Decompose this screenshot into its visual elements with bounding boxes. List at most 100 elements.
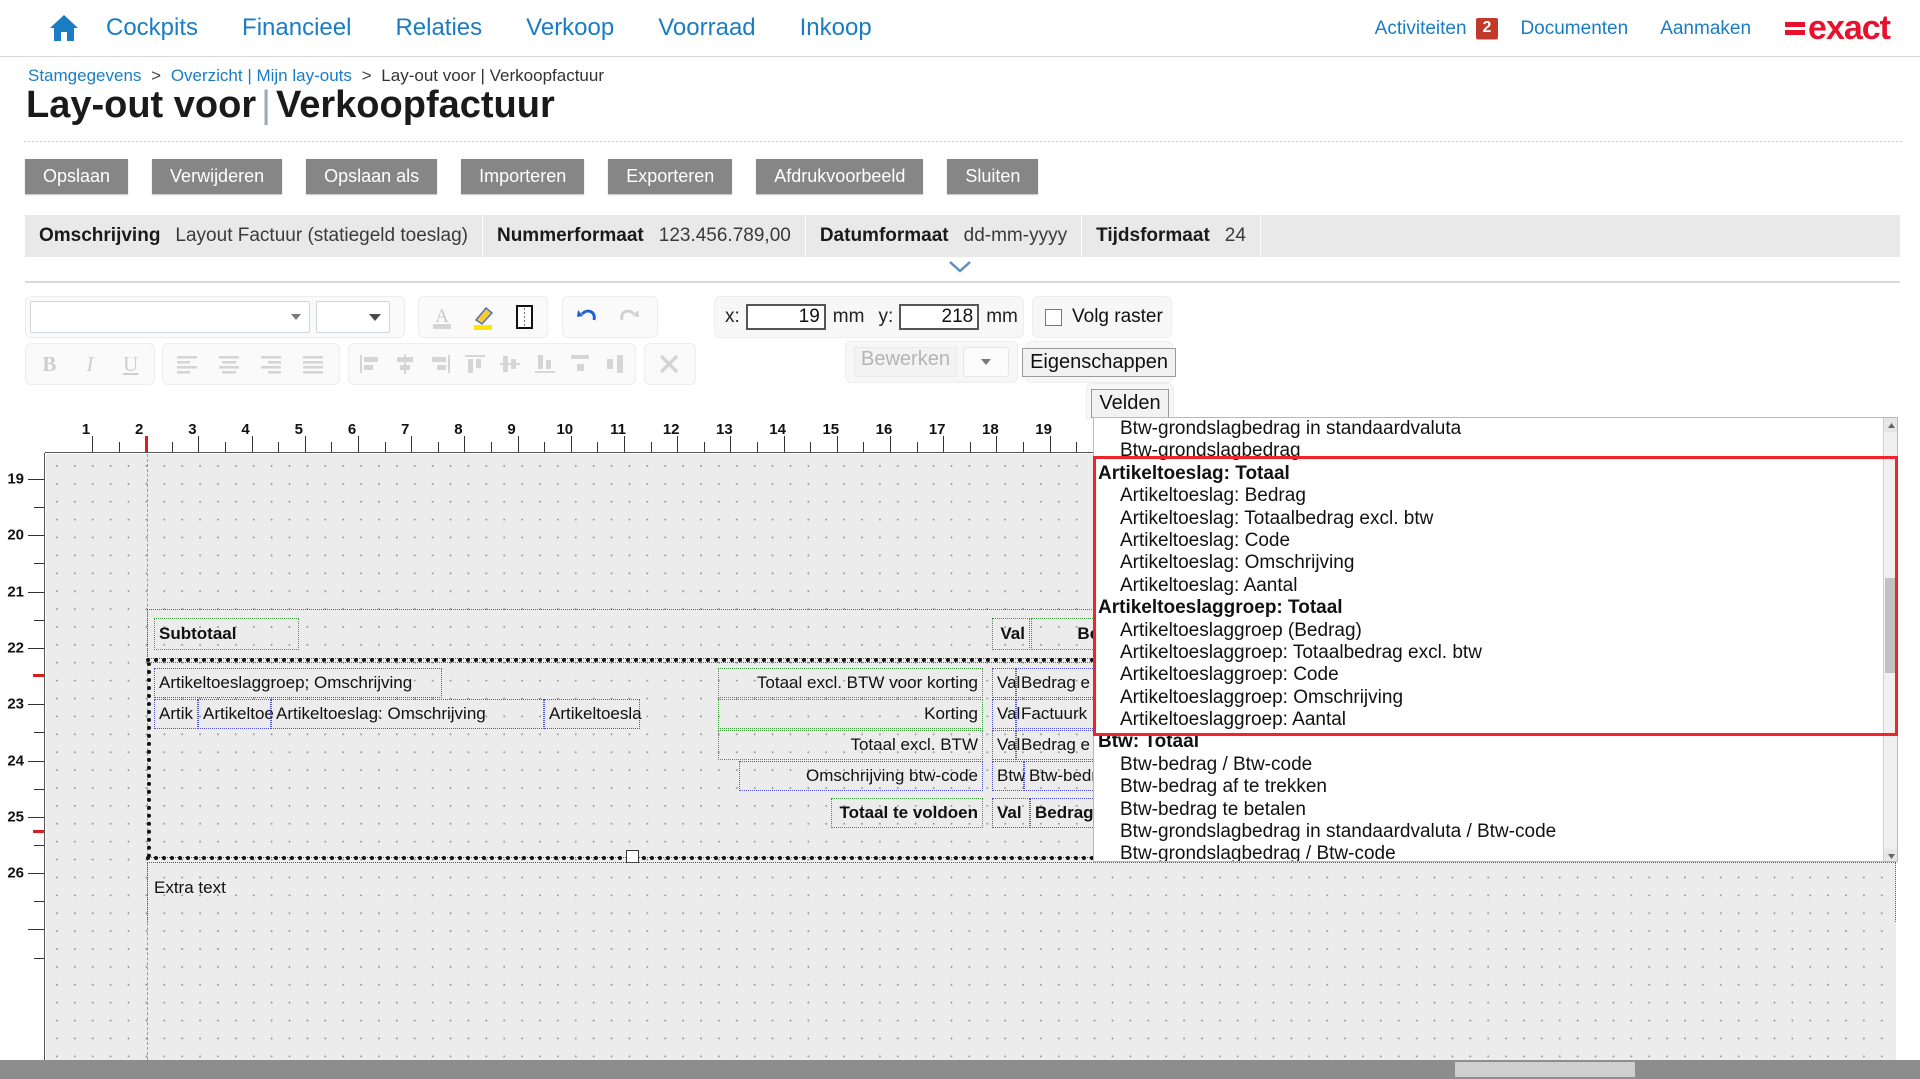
field-item-7[interactable]: Artikeltoeslag: Aantal [1094,575,1897,597]
field-item-2[interactable]: Artikeltoeslag: Totaal [1094,463,1897,485]
scroll-down-icon[interactable] [1884,849,1897,861]
home-icon[interactable] [44,8,84,48]
canvas-label-val-5[interactable]: Val [992,798,1030,828]
field-item-18[interactable]: Btw-grondslagbedrag in standaardvaluta /… [1094,821,1897,843]
field-item-8[interactable]: Artikeltoeslaggroep: Totaal [1094,597,1897,619]
canvas-label-btw[interactable]: Btw [992,761,1025,791]
align-objects-middle-icon[interactable] [495,347,524,381]
fields-scrollbar[interactable] [1883,418,1897,861]
info-nummerformaat-key: Nummerformaat [496,225,644,246]
opslaan-als-button[interactable]: Opslaan als [306,159,438,194]
canvas-label-artikeltoe[interactable]: Artikeltoe [198,699,274,729]
field-item-0[interactable]: Btw-grondslagbedrag in standaardvaluta [1094,418,1897,440]
delete-icon[interactable] [651,347,687,381]
canvas-label-val-2[interactable]: Val [992,668,1020,698]
field-item-11[interactable]: Artikeltoeslaggroep: Code [1094,664,1897,686]
field-item-5[interactable]: Artikeltoeslag: Code [1094,530,1897,552]
field-item-16[interactable]: Btw-bedrag af te trekken [1094,776,1897,798]
field-item-10[interactable]: Artikeltoeslaggroep: Totaalbedrag excl. … [1094,642,1897,664]
verwijderen-button[interactable]: Verwijderen [152,159,283,194]
field-item-1[interactable]: Btw-grondslagbedrag [1094,440,1897,462]
field-item-9[interactable]: Artikeltoeslaggroep (Bedrag) [1094,620,1897,642]
align-right-icon[interactable] [253,347,289,381]
y-input[interactable] [899,304,980,330]
distribute-horizontal-icon[interactable] [565,347,594,381]
canvas-label-korting[interactable]: Korting [718,699,983,729]
fields-dropdown-panel[interactable]: Btw-grondslagbedrag in standaardvaluta Bt… [1093,417,1898,862]
nav-item-cockpits[interactable]: Cockpits [84,14,220,42]
canvas-label-val-1[interactable]: Val [992,618,1030,650]
font-size-select[interactable] [316,301,390,333]
x-input[interactable] [745,304,826,330]
canvas-label-totaal-excl-btw[interactable]: Totaal excl. BTW [718,730,983,760]
bold-icon[interactable]: B [32,347,67,381]
highlight-icon[interactable] [466,300,501,334]
align-justify-icon[interactable] [295,347,331,381]
canvas-label-val-4[interactable]: Val [992,730,1020,760]
undo-icon[interactable] [569,300,605,334]
nav-item-inkoop[interactable]: Inkoop [778,14,894,42]
field-item-19[interactable]: Btw-grondslagbedrag / Btw-code [1094,843,1897,861]
logo-text: exact [1808,9,1891,47]
redo-icon[interactable] [611,300,647,334]
align-center-icon[interactable] [211,347,247,381]
font-family-select[interactable] [30,301,310,333]
sluiten-button[interactable]: Sluiten [947,159,1039,194]
opslaan-button[interactable]: Opslaan [25,159,129,194]
canvas-label-totaal-excl-btw-voor-korting[interactable]: Totaal excl. BTW voor korting [718,668,983,698]
canvas-label-omschrijving-btw-code[interactable]: Omschrijving btw-code [739,761,983,791]
bewerken-select[interactable] [962,347,1009,377]
nav-item-activiteiten[interactable]: Activiteiten 2 [1359,18,1505,40]
eigenschappen-button[interactable]: Eigenschappen [1022,347,1176,377]
field-item-12[interactable]: Artikeltoeslaggroep: Omschrijving [1094,687,1897,709]
canvas-label-val-3[interactable]: Val [992,699,1020,729]
importeren-button[interactable]: Importeren [461,159,585,194]
field-item-4[interactable]: Artikeltoeslag: Totaalbedrag excl. btw [1094,508,1897,530]
field-item-17[interactable]: Btw-bedrag te betalen [1094,799,1897,821]
border-icon[interactable] [506,300,541,334]
ruler-tick [757,442,758,452]
field-item-14[interactable]: Btw: Totaal [1094,731,1897,753]
align-objects-right-icon[interactable] [425,347,454,381]
nav-item-financieel[interactable]: Financieel [220,14,373,42]
nav-item-relaties[interactable]: Relaties [373,14,504,42]
field-item-13[interactable]: Artikeltoeslaggroep: Aantal [1094,709,1897,731]
align-objects-left-icon[interactable] [355,347,384,381]
scroll-up-icon[interactable] [1884,418,1897,432]
nav-item-verkoop[interactable]: Verkoop [504,14,636,42]
activiteiten-label: Activiteiten [1374,17,1467,39]
canvas-label-totaal-te-voldoen[interactable]: Totaal te voldoen [831,798,983,828]
distribute-vertical-icon[interactable] [600,347,629,381]
breadcrumb-item-stamgegevens[interactable]: Stamgegevens [28,66,141,85]
bewerken-button[interactable]: Bewerken [854,347,957,377]
x-label: x: [725,306,740,327]
velden-button[interactable]: Velden [1091,388,1169,418]
field-item-15[interactable]: Btw-bedrag / Btw-code [1094,754,1897,776]
align-objects-top-icon[interactable] [460,347,489,381]
italic-icon[interactable]: I [73,347,108,381]
afdrukvoorbeeld-button[interactable]: Afdrukvoorbeeld [756,159,924,194]
canvas-label-extra-text[interactable]: Extra text [150,874,350,902]
font-color-icon[interactable]: A [425,300,460,334]
nav-item-voorraad[interactable]: Voorraad [636,14,777,42]
field-item-6[interactable]: Artikeltoeslag: Omschrijving [1094,552,1897,574]
canvas-label-artikeltoeslaggroep-omschrijving[interactable]: Artikeltoeslaggroep; Omschrijving [154,668,442,698]
align-objects-bottom-icon[interactable] [530,347,559,381]
nav-item-documenten[interactable]: Documenten [1504,18,1644,40]
align-left-icon[interactable] [169,347,205,381]
canvas-label-subtotaal[interactable]: Subtotaal [154,618,299,650]
volg-raster-checkbox[interactable] [1045,308,1062,326]
band-footer[interactable] [147,862,1896,922]
align-objects-center-icon[interactable] [390,347,419,381]
breadcrumb-item-overzicht[interactable]: Overzicht | Mijn lay-outs [171,66,352,85]
ruler-tick [517,436,519,452]
nav-item-aanmaken[interactable]: Aanmaken [1644,18,1767,40]
scrollbar-thumb[interactable] [1885,578,1897,673]
underline-icon[interactable]: U [113,347,148,381]
exporteren-button[interactable]: Exporteren [608,159,733,194]
chevron-down-icon[interactable] [0,258,1920,276]
canvas-label-artikeltoeslag-omschrijving[interactable]: Artikeltoeslag: Omschrijving [271,699,544,729]
field-item-3[interactable]: Artikeltoeslag: Bedrag [1094,485,1897,507]
canvas-label-artikeltoesla[interactable]: Artikeltoesla [544,699,642,729]
canvas-label-artik[interactable]: Artik [154,699,198,729]
